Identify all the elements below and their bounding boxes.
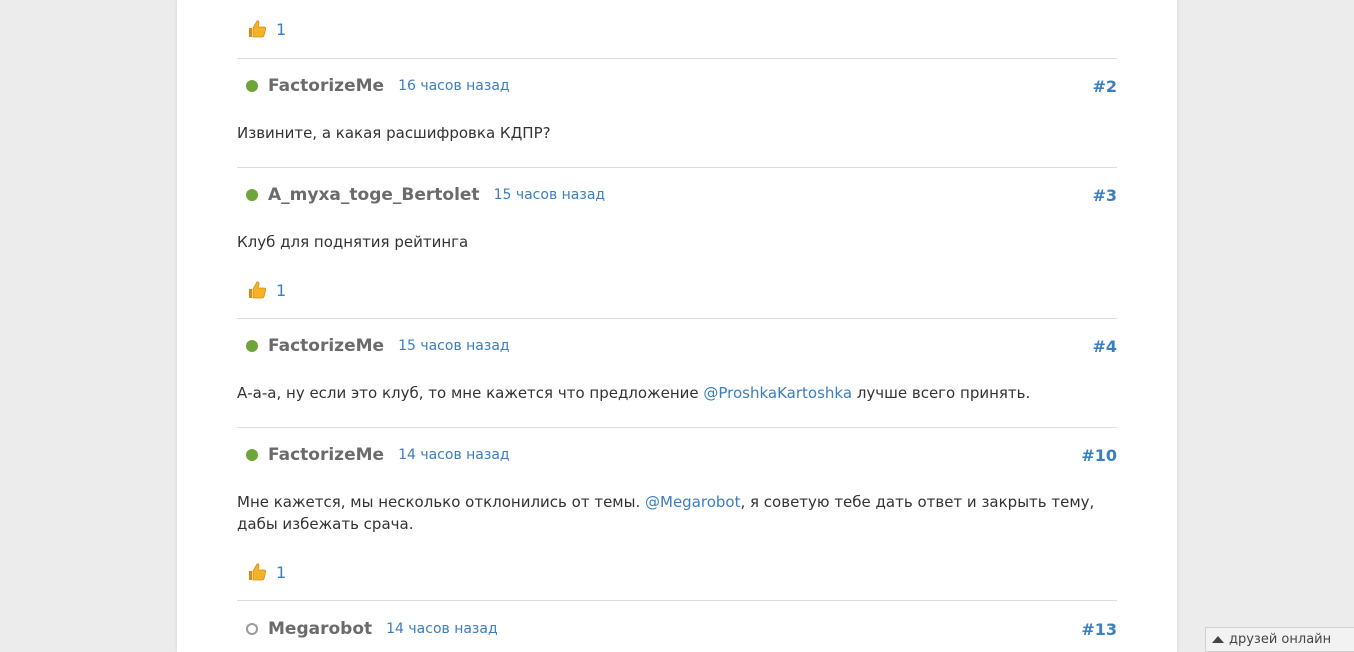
arrow-up-icon [1212,636,1224,643]
online-status-icon [246,80,258,92]
like-button[interactable]: 1 [247,560,286,584]
post-number-link[interactable]: #2 [1092,77,1117,96]
post-header: A_myxa_toge_Bertolet 15 часов назад #3 [237,183,1117,207]
post-text: Мне кажется, мы несколько отклонились от… [237,493,645,511]
thumbs-up-icon [249,281,266,299]
like-button[interactable]: 1 [247,17,286,41]
post-body: Клуб для поднятия рейтинга [237,233,469,251]
post-header: Megarobot 14 часов назад #13 [237,617,1117,641]
post-number-link[interactable]: #10 [1081,446,1117,465]
divider [237,167,1117,168]
like-button[interactable]: 1 [247,278,286,302]
offline-status-icon [246,623,258,635]
post-header: FactorizeMe 15 часов назад #4 [237,334,1117,358]
user-mention-link[interactable]: @Megarobot [645,493,740,511]
post-text: лучше всего принять. [852,384,1031,402]
divider [237,58,1117,59]
online-status-icon [246,449,258,461]
likes-count[interactable]: 1 [276,20,286,39]
post-number-link[interactable]: #13 [1081,620,1117,639]
divider [237,600,1117,601]
post-body: А-а-а, ну если это клуб, то мне кажется … [237,382,1117,404]
post-time[interactable]: 14 часов назад [398,447,510,463]
author-name[interactable]: A_myxa_toge_Bertolet [268,185,480,205]
post-header: FactorizeMe 14 часов назад #10 [237,443,1117,467]
thumbs-up-icon [249,20,266,38]
divider [237,318,1117,319]
post-number-link[interactable]: #4 [1092,337,1117,356]
post-time[interactable]: 15 часов назад [398,338,510,354]
post-body: Мне кажется, мы несколько отклонились от… [237,491,1117,535]
post-body: Извините, а какая расшифровка КДПР? [237,124,551,142]
likes-count[interactable]: 1 [276,281,286,300]
post-time[interactable]: 16 часов назад [398,78,510,94]
author-name[interactable]: FactorizeMe [268,76,384,96]
author-name[interactable]: Megarobot [268,619,372,639]
author-name[interactable]: FactorizeMe [268,445,384,465]
post-number-link[interactable]: #3 [1092,186,1117,205]
posts-list: 1 FactorizeMe 16 часов назад #2 Извините… [237,0,1117,652]
post-header: FactorizeMe 16 часов назад #2 [237,74,1117,98]
post-time[interactable]: 15 часов назад [494,187,606,203]
online-status-icon [246,340,258,352]
friends-online-toggle[interactable]: друзей онлайн [1205,627,1354,652]
post-time[interactable]: 14 часов назад [386,621,498,637]
post-text: А-а-а, ну если это клуб, то мне кажется … [237,384,704,402]
likes-count[interactable]: 1 [276,563,286,582]
divider [237,427,1117,428]
author-name[interactable]: FactorizeMe [268,336,384,356]
friends-online-label: друзей онлайн [1229,632,1332,647]
online-status-icon [246,189,258,201]
user-mention-link[interactable]: @ProshkaKartoshka [703,384,852,402]
thumbs-up-icon [249,563,266,581]
forum-container: 1 FactorizeMe 16 часов назад #2 Извините… [177,0,1177,652]
